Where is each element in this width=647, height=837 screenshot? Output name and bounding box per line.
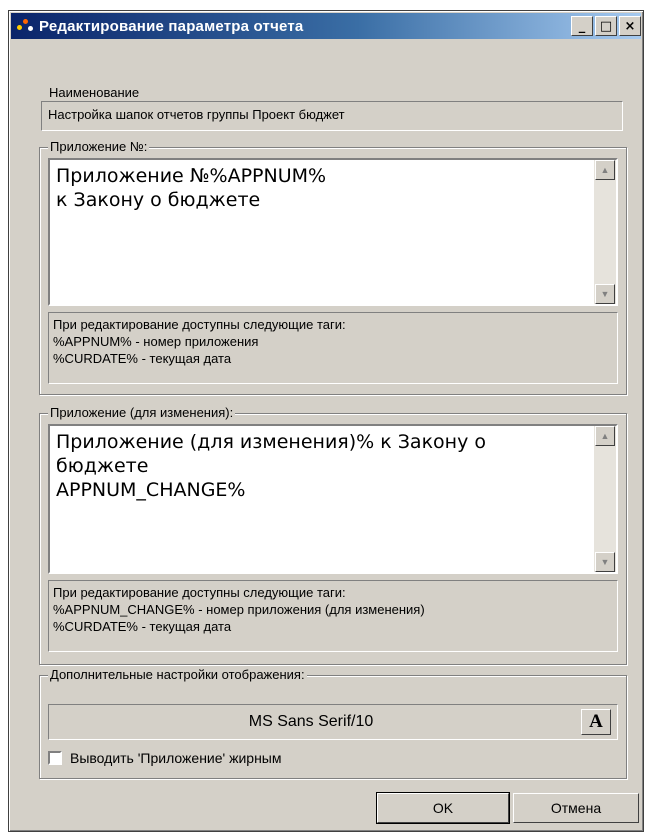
maximize-button[interactable]: □: [595, 16, 617, 36]
cancel-button[interactable]: Отмена: [513, 793, 639, 823]
appendix-scrollbar[interactable]: ▲ ▼: [594, 160, 616, 304]
hint-line: %APPNUM% - номер приложения: [53, 334, 259, 349]
hint-line: %CURDATE% - текущая дата: [53, 351, 232, 366]
hint-line: При редактирование доступны следующие та…: [53, 585, 346, 600]
appendix-change-legend: Приложение (для изменения):: [48, 405, 236, 420]
name-label: Наименование: [49, 85, 140, 100]
display-settings-legend: Дополнительные настройки отображения:: [48, 667, 307, 682]
scroll-up-arrow-icon[interactable]: ▲: [595, 426, 615, 446]
appendix-change-groupbox: Приложение (для изменения): Приложение (…: [39, 405, 627, 665]
font-field: MS Sans Serif/10 A: [48, 704, 618, 740]
font-button[interactable]: A: [581, 709, 611, 735]
scroll-down-arrow-icon[interactable]: ▼: [595, 552, 615, 572]
bold-checkbox[interactable]: [48, 751, 62, 765]
appendix-change-scrollbar[interactable]: ▲ ▼: [594, 426, 616, 572]
scroll-down-arrow-icon[interactable]: ▼: [595, 284, 615, 304]
minimize-icon: _: [578, 18, 586, 34]
appendix-hint: При редактирование доступны следующие та…: [48, 312, 618, 384]
close-button[interactable]: ×: [619, 16, 641, 36]
hint-line: %APPNUM_CHANGE% - номер приложения (для …: [53, 602, 425, 617]
display-settings-groupbox: Дополнительные настройки отображения: MS…: [39, 667, 627, 779]
appendix-memo-text[interactable]: Приложение №%APPNUM% к Закону о бюджете: [56, 164, 590, 212]
app-icon: [17, 17, 35, 35]
close-icon: ×: [624, 18, 636, 34]
minimize-button[interactable]: _: [571, 16, 593, 36]
bold-checkbox-row[interactable]: Выводить 'Приложение' жирным: [48, 750, 281, 766]
font-icon: A: [589, 711, 603, 732]
appendix-groupbox: Приложение №: Приложение №%APPNUM% к Зак…: [39, 139, 627, 395]
appendix-legend: Приложение №:: [48, 139, 150, 154]
window-title: Редактирование параметра отчета: [39, 17, 304, 35]
hint-line: При редактирование доступны следующие та…: [53, 317, 346, 332]
appendix-change-hint: При редактирование доступны следующие та…: [48, 580, 618, 652]
name-field: Настройка шапок отчетов группы Проект бю…: [41, 101, 623, 131]
appendix-change-memo[interactable]: Приложение (для изменения)% к Закону о б…: [48, 424, 618, 574]
dialog-window: Редактирование параметра отчета _ □ × На…: [8, 10, 644, 832]
title-bar[interactable]: Редактирование параметра отчета _ □ ×: [11, 13, 641, 39]
maximize-icon: □: [599, 18, 613, 34]
hint-line: %CURDATE% - текущая дата: [53, 619, 232, 634]
appendix-memo[interactable]: Приложение №%APPNUM% к Закону о бюджете …: [48, 158, 618, 306]
font-value: MS Sans Serif/10: [248, 713, 374, 730]
ok-button[interactable]: OK: [376, 792, 510, 824]
scroll-up-arrow-icon[interactable]: ▲: [595, 160, 615, 180]
bold-checkbox-label[interactable]: Выводить 'Приложение' жирным: [70, 750, 281, 766]
appendix-change-memo-text[interactable]: Приложение (для изменения)% к Закону о б…: [56, 430, 590, 502]
